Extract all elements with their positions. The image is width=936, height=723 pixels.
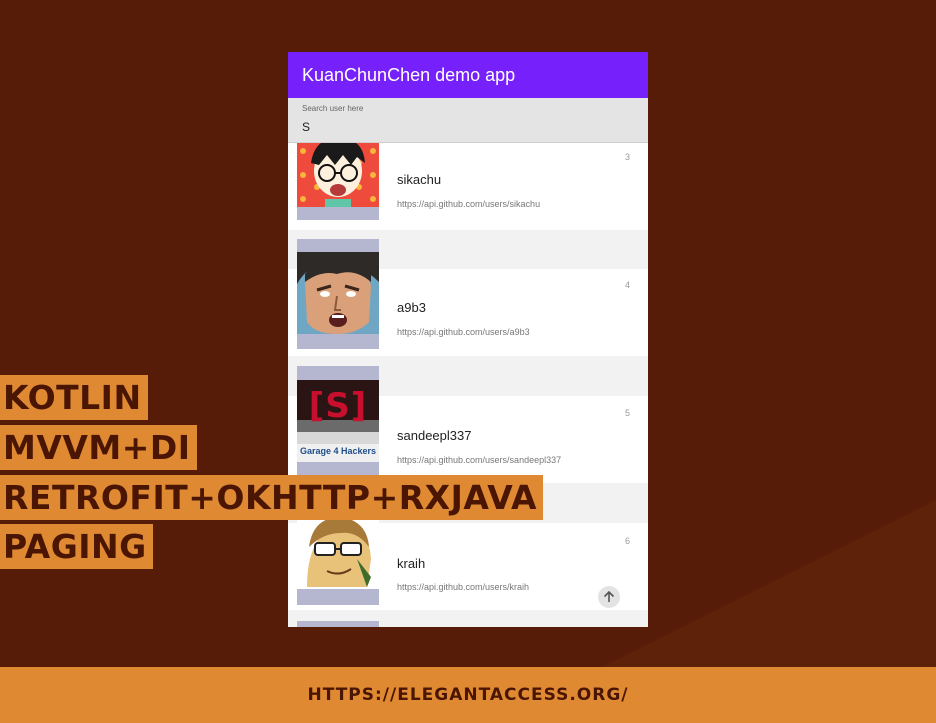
search-input[interactable] <box>302 120 457 134</box>
user-name: sandeepl337 <box>397 428 472 443</box>
user-url: https://api.github.com/users/sikachu <box>397 199 541 209</box>
search-label: Search user here <box>302 104 364 113</box>
tag-retrofit-okhttp-rxjava: RETROFIT+OKHTTP+RXJAVA <box>0 475 544 520</box>
arrow-up-icon <box>603 590 615 602</box>
avatar-caption: Garage 4 Hackers <box>299 446 377 456</box>
phone-screen: KuanChunChen demo app Search user here 3… <box>288 52 648 627</box>
item-index: 6 <box>624 536 630 546</box>
avatar <box>297 143 379 207</box>
item-index: 4 <box>624 280 630 290</box>
user-list[interactable]: 3 sikachu https://api.github.com/users/s… <box>288 143 648 627</box>
scroll-top-button[interactable] <box>598 586 620 608</box>
user-url: https://api.github.com/users/sandeepl337 <box>397 455 562 465</box>
item-index: 5 <box>624 408 630 418</box>
footer-bar: HTTPS://ELEGANTACCESS.ORG/ <box>0 667 936 723</box>
cartoon-glasses-avatar <box>297 143 379 207</box>
user-url: https://api.github.com/users/kraih <box>397 582 530 592</box>
anime-man-avatar <box>297 252 379 334</box>
tag-paging: PAGING <box>0 524 153 569</box>
app-bar: KuanChunChen demo app <box>288 52 648 98</box>
search-bar[interactable]: Search user here <box>288 98 648 143</box>
tag-kotlin: KOTLIN <box>0 375 148 420</box>
tag-mvvm-di: MVVM+DI <box>0 425 197 470</box>
avatar-backdrop <box>297 621 379 627</box>
user-name: kraih <box>397 556 426 571</box>
avatar-logo-text: [S] <box>308 386 368 426</box>
user-name: sikachu <box>397 172 442 187</box>
avatar: [S] Garage 4 Hackers <box>297 380 379 462</box>
user-url: https://api.github.com/users/a9b3 <box>397 327 530 337</box>
user-name: a9b3 <box>397 300 426 315</box>
avatar <box>297 252 379 334</box>
footer-url[interactable]: HTTPS://ELEGANTACCESS.ORG/ <box>307 685 628 705</box>
app-title: KuanChunChen demo app <box>302 64 516 85</box>
item-index: 3 <box>624 152 630 162</box>
